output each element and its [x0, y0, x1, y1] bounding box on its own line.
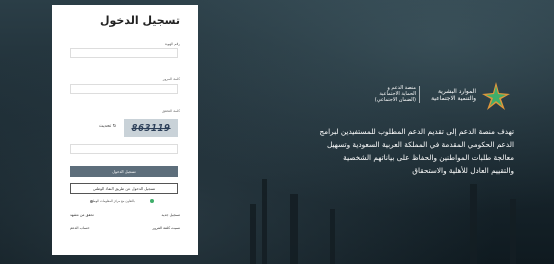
support-account-link[interactable]: حساب الدعم: [70, 226, 90, 230]
national-access-button[interactable]: تسجيل الدخول عن طريق النفاذ الوطني: [70, 183, 178, 194]
captcha-field[interactable]: [70, 144, 178, 154]
id-label: رقم الهوية: [164, 42, 180, 46]
captcha-image: 863119: [124, 119, 178, 137]
info-icon: [90, 200, 93, 203]
check-icon: [150, 199, 154, 203]
password-field[interactable]: [70, 84, 178, 94]
login-button[interactable]: تسجيل الدخول: [70, 166, 178, 177]
platform-name: منصة الدعم و الحماية الاجتماعية (الضمان …: [374, 85, 416, 103]
refresh-icon: ↻: [112, 124, 117, 129]
ministry-name: الموارد البشرية والتنمية الاجتماعية: [431, 88, 476, 102]
logo-divider: [419, 86, 420, 103]
id-field[interactable]: [70, 48, 178, 58]
refresh-captcha-button[interactable]: تحديث ↻: [99, 124, 116, 129]
page-title: تسجيل الدخول: [99, 14, 180, 27]
register-link[interactable]: تسجيل جديد: [162, 213, 180, 217]
nic-note: بالتعاون مع مركز المعلومات الوطني: [90, 199, 135, 203]
platform-description: تهدف منصة الدعم إلى تقديم الدعم المطلوب …: [319, 127, 514, 175]
verify-link[interactable]: تحقق من مشهد: [70, 213, 94, 217]
login-panel: تسجيل الدخول رقم الهوية كلمة المرور كلمة…: [52, 5, 198, 255]
ministry-logo-icon: [482, 82, 510, 110]
forgot-password-link[interactable]: نسيت كلمة المرور: [152, 226, 180, 230]
refresh-label: تحديث: [99, 124, 112, 129]
captcha-label: كلمة التحقق: [162, 109, 180, 113]
password-label: كلمة المرور: [162, 77, 180, 81]
